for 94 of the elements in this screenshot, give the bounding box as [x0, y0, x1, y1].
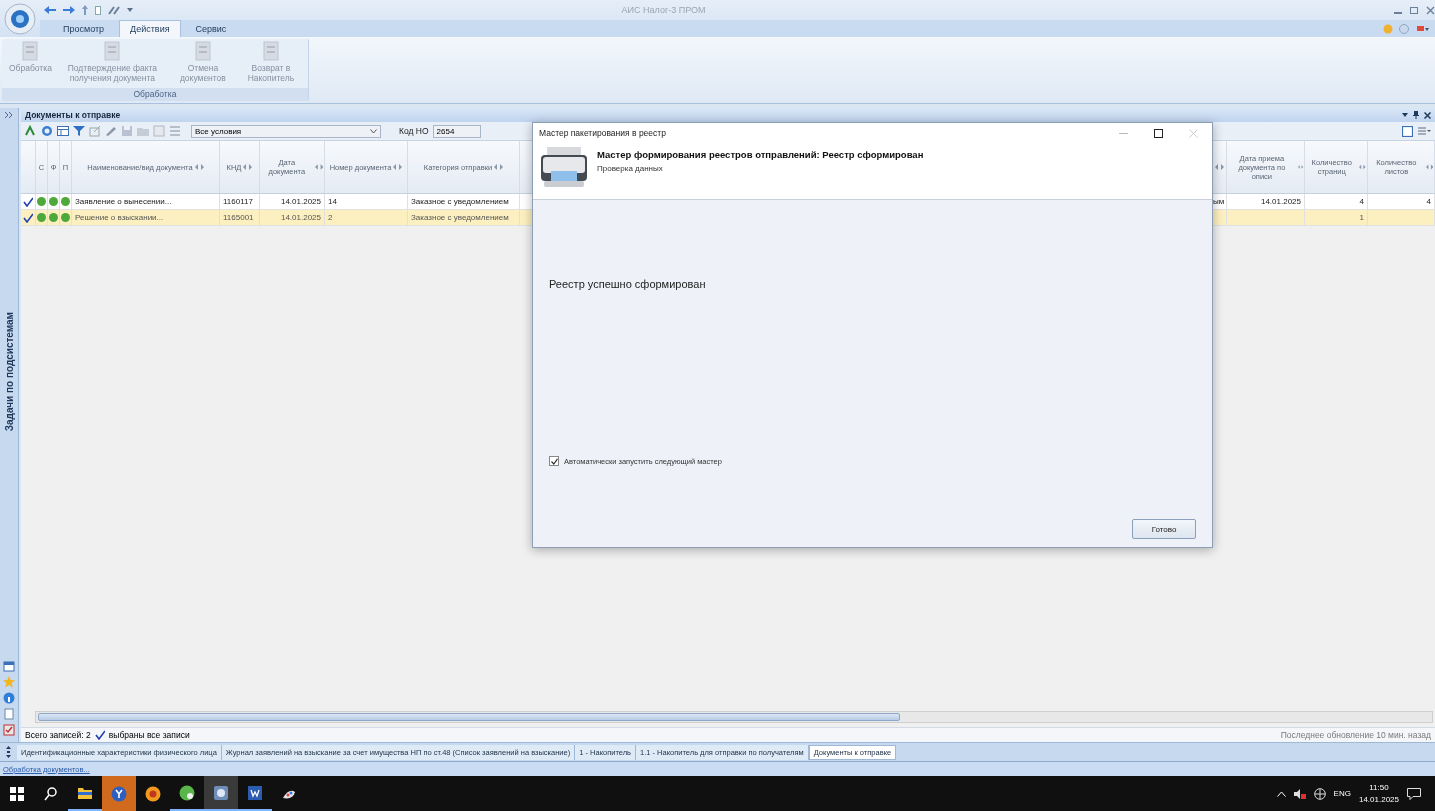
tax-app-icon[interactable] [213, 784, 229, 801]
search-icon[interactable] [43, 785, 59, 802]
maximize-icon[interactable] [1154, 128, 1163, 138]
table-cell: Решение о взыскании... [72, 210, 220, 225]
group-title: Обработка [2, 88, 308, 101]
done-button[interactable]: Готово [1132, 519, 1196, 539]
horizontal-scrollbar[interactable] [35, 711, 1433, 723]
info-icon[interactable] [3, 692, 15, 704]
word-icon[interactable] [247, 784, 263, 801]
up-arrow-icon[interactable] [82, 5, 88, 15]
back-arrow-icon[interactable] [44, 6, 56, 14]
column-chooser-icon[interactable] [1402, 125, 1413, 137]
status-dot-icon [37, 213, 46, 222]
wizard-heading: Мастер формирования реестров отправлений: Реестр сформирован [597, 149, 924, 160]
status-dot-icon [61, 197, 70, 206]
chevron-up-icon[interactable] [1276, 790, 1286, 797]
messenger-app-icon[interactable] [179, 784, 195, 801]
table-cell: Заказное с уведомлением [408, 210, 520, 225]
document-stack-icon [20, 41, 41, 61]
column-menu-icon[interactable] [314, 164, 323, 170]
edit-icon[interactable] [89, 125, 101, 137]
table-cell: 1160117 [220, 194, 260, 209]
column-menu-icon[interactable] [243, 164, 253, 170]
language-indicator[interactable]: ENG [1333, 789, 1351, 798]
start-icon[interactable] [9, 785, 25, 802]
column-menu-icon[interactable] [1215, 164, 1224, 170]
wizard-step: Проверка данных [597, 164, 924, 173]
last-update-text: Последнее обновление 10 мин. назад [1280, 730, 1431, 740]
filter-icon[interactable] [73, 125, 85, 137]
table-cell: 14 [325, 194, 408, 209]
calendar-icon[interactable] [3, 660, 15, 672]
document-stack-icon [102, 41, 123, 61]
ribbon-tab[interactable]: Сервис [184, 20, 238, 37]
checklist-icon[interactable] [3, 724, 15, 736]
table-cell: 4 [1359, 197, 1364, 206]
forward-arrow-icon[interactable] [63, 6, 75, 14]
side-panel-title: Задачи по подсистемам [3, 312, 15, 432]
table-cell: Заказное с уведомлением [408, 194, 520, 209]
layout-menu-icon[interactable] [1417, 125, 1431, 137]
column-menu-icon[interactable] [1359, 164, 1366, 170]
table-cell: 1 [1359, 213, 1364, 222]
column-menu-icon[interactable] [1425, 164, 1433, 170]
media-app-icon[interactable] [145, 785, 161, 802]
table-cell: Заявление о вынесении... [72, 194, 220, 209]
speaker-muted-icon[interactable] [1293, 788, 1306, 799]
window-title: АИС Налог-3 ПРОМ [620, 5, 707, 15]
globe-icon[interactable] [1313, 787, 1326, 800]
table-cell: 14.01.2025 [1260, 197, 1301, 206]
checkbox[interactable] [549, 456, 559, 466]
record-count: Всего записей: 2 [25, 730, 91, 740]
status-dot-icon [61, 213, 70, 222]
browser-icon[interactable] [111, 785, 127, 802]
tab-list-icon[interactable] [6, 746, 11, 758]
column-menu-icon[interactable] [393, 164, 403, 170]
ribbon-tab[interactable]: Действия [119, 20, 181, 37]
ribbon-tab[interactable]: Просмотр [52, 20, 116, 37]
tax-office-label: Код НО [399, 126, 429, 136]
double-chevron-icon[interactable] [5, 112, 13, 118]
status-dot-icon [49, 213, 58, 222]
column-menu-icon[interactable] [1297, 164, 1303, 170]
app-orb-icon[interactable] [4, 2, 36, 35]
table-cell: 14.01.2025 [260, 194, 325, 209]
table-cell: 4 [1426, 197, 1431, 206]
dialog-title: Мастер пакетирования в реестр [539, 128, 667, 138]
refresh-icon[interactable] [41, 125, 53, 137]
star-icon[interactable] [3, 676, 15, 688]
document-stack-icon [260, 41, 281, 61]
table-cell: 14.01.2025 [260, 210, 325, 225]
checkmark-icon [550, 457, 558, 465]
table-cell: ым [1213, 197, 1225, 206]
status-dot-icon [49, 197, 58, 206]
tax-office-field[interactable]: 2654 [432, 124, 481, 138]
dropdown-arrow-icon[interactable] [1402, 112, 1408, 118]
table-cell: 2 [325, 210, 408, 225]
result-message: Реестр успешно сформирован [549, 278, 707, 290]
pencil-icon[interactable] [105, 125, 117, 137]
column-menu-icon[interactable] [194, 164, 204, 170]
document-icon[interactable] [3, 708, 15, 720]
document-icon[interactable] [95, 5, 101, 15]
document-stack-icon [192, 41, 213, 61]
export-icon[interactable] [25, 125, 37, 137]
notification-icon[interactable] [1407, 787, 1421, 800]
chevron-down-icon [370, 128, 377, 134]
selection-status: выбраны все записи [108, 730, 190, 740]
status-dot-icon [37, 197, 46, 206]
clock[interactable]: 11:50 14.01.2025 [1358, 782, 1399, 805]
scrollbar-thumb[interactable] [38, 713, 900, 721]
filter-dropdown[interactable]: Все условия [191, 124, 381, 138]
panel-title: Документы к отправке [25, 110, 122, 120]
table-view-icon[interactable] [57, 125, 69, 137]
close-icon[interactable] [1424, 111, 1431, 119]
dropdown-arrow-icon[interactable] [127, 7, 133, 13]
column-menu-icon[interactable] [494, 164, 504, 170]
table-cell: 1165001 [220, 210, 260, 225]
